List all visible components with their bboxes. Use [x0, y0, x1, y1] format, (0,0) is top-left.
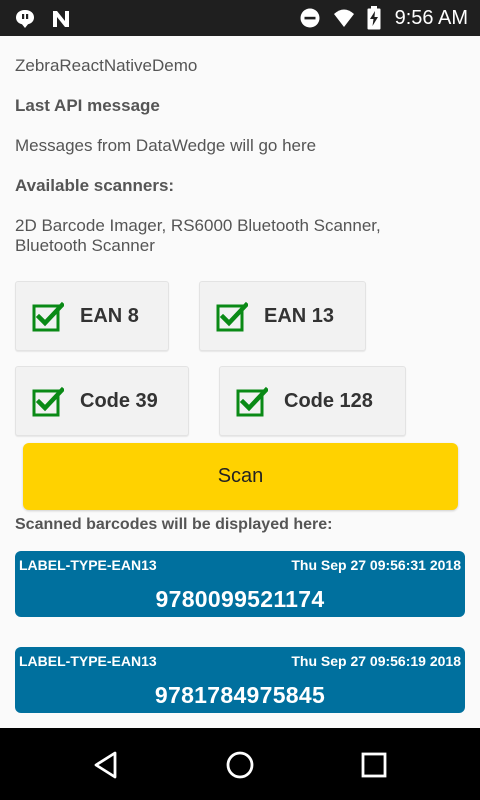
scanners-heading: Available scanners: — [15, 176, 175, 195]
status-bar-right: 9:56 AM — [299, 6, 468, 30]
barcode-type: LABEL-TYPE-EAN13 — [19, 653, 157, 669]
last-api-message: Messages from DataWedge will go here — [15, 136, 317, 155]
recents-icon[interactable] — [359, 750, 389, 780]
main-content: ZebraReactNativeDemo Last API message Me… — [0, 36, 480, 728]
barcode-value: 9780099521174 — [155, 586, 325, 612]
do-not-disturb-icon — [300, 8, 320, 28]
checkbox-checked-icon — [216, 301, 248, 332]
decoder-label: EAN 13 — [264, 305, 335, 327]
decoder-label: Code 39 — [80, 390, 158, 412]
last-api-heading: Last API message — [15, 96, 160, 115]
scanners-list-line1: 2D Barcode Imager, RS6000 Bluetooth Scan… — [15, 216, 381, 235]
home-icon[interactable] — [225, 750, 255, 780]
decoder-label: Code 128 — [284, 390, 373, 412]
back-icon[interactable] — [91, 750, 121, 780]
checkbox-checked-icon — [236, 386, 268, 417]
status-time: 9:56 AM — [394, 6, 468, 29]
barcode-card: LABEL-TYPE-EAN13 Thu Sep 27 09:56:19 201… — [15, 647, 465, 713]
checkbox-checked-icon — [32, 301, 64, 332]
decoder-label: EAN 8 — [80, 305, 139, 327]
barcode-timestamp: Thu Sep 27 09:56:19 2018 — [291, 653, 461, 669]
navigation-bar — [0, 728, 480, 800]
status-bar-left — [14, 8, 72, 30]
scanners-list-line2: Bluetooth Scanner — [15, 236, 155, 255]
status-bar: 9:56 AM — [0, 0, 480, 36]
barcode-type: LABEL-TYPE-EAN13 — [19, 557, 157, 573]
decoder-checkbox-ean8[interactable]: EAN 8 — [15, 281, 169, 351]
scan-button[interactable]: Scan — [23, 443, 458, 510]
barcode-value: 9781784975845 — [154, 682, 326, 708]
battery-charging-icon — [367, 6, 381, 30]
scanned-heading: Scanned barcodes will be displayed here: — [15, 516, 333, 533]
wifi-icon — [333, 9, 354, 27]
message-icon — [16, 10, 34, 28]
app-title: ZebraReactNativeDemo — [15, 56, 198, 75]
decoder-checkbox-code128[interactable]: Code 128 — [219, 366, 406, 436]
barcode-card: LABEL-TYPE-EAN13 Thu Sep 27 09:56:31 201… — [15, 551, 465, 617]
barcode-timestamp: Thu Sep 27 09:56:31 2018 — [291, 557, 461, 573]
decoder-checkbox-ean13[interactable]: EAN 13 — [199, 281, 366, 351]
checkbox-checked-icon — [32, 386, 64, 417]
decoder-checkbox-code39[interactable]: Code 39 — [15, 366, 189, 436]
n-logo-icon — [53, 11, 69, 27]
